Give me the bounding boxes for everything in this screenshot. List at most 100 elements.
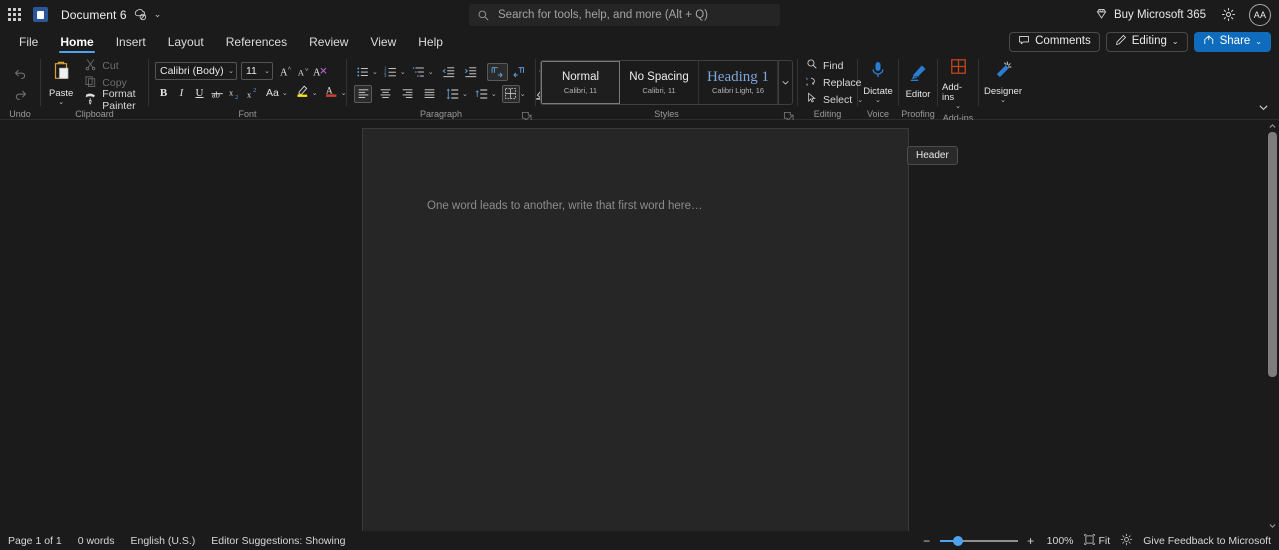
change-case-button[interactable]: Aa ⌄ (266, 87, 288, 99)
search-input[interactable]: Search for tools, help, and more (Alt + … (469, 4, 780, 26)
document-page[interactable]: One word leads to another, write that fi… (363, 129, 908, 531)
vertical-scrollbar[interactable] (1266, 120, 1279, 531)
style-no-spacing[interactable]: No Spacing Calibri, 11 (620, 61, 699, 104)
app-launcher-icon[interactable] (0, 8, 28, 21)
page-info[interactable]: Page 1 of 1 (8, 535, 62, 547)
italic-button[interactable]: I (173, 85, 190, 102)
find-button[interactable]: Find (803, 58, 866, 73)
text-highlight-color-button[interactable]: ⌄ (295, 83, 318, 103)
chevron-down-icon: ⌄ (228, 68, 234, 75)
editor-button[interactable]: Editor (902, 61, 935, 102)
feedback-link[interactable]: Give Feedback to Microsoft (1143, 535, 1271, 547)
word-count[interactable]: 0 words (78, 535, 115, 547)
styles-dialog-launcher-icon[interactable] (783, 109, 794, 122)
align-center-icon[interactable] (376, 85, 394, 103)
ribbon-collapse-chevron-down-icon[interactable] (1253, 99, 1273, 115)
fit-page-button[interactable]: Fit (1083, 533, 1110, 548)
borders-button[interactable]: ⌄ (501, 84, 526, 103)
subscript-icon[interactable]: x2 (227, 85, 244, 102)
search-icon (806, 58, 818, 73)
avatar[interactable]: AA (1249, 3, 1271, 26)
style-detail: Calibri, 11 (563, 86, 598, 95)
bold-button[interactable]: B (155, 85, 172, 102)
cut-button[interactable]: Cut (81, 58, 144, 73)
font-color-button[interactable]: A ⌄ (324, 83, 346, 103)
svg-text:a: a (806, 82, 808, 87)
header-tooltip: Header (907, 146, 958, 165)
language[interactable]: English (U.S.) (130, 535, 195, 547)
editing-mode-button[interactable]: Editing ⌄ (1105, 32, 1188, 52)
share-button[interactable]: Share ⌄ (1193, 32, 1271, 52)
focus-mode-icon[interactable] (1120, 533, 1133, 549)
shrink-font-icon[interactable]: A ˅ (295, 63, 312, 80)
zoom-slider[interactable] (939, 535, 1018, 547)
style-normal[interactable]: Normal Calibri, 11 (541, 61, 620, 104)
tab-file[interactable]: File (8, 33, 49, 55)
scrollbar-thumb[interactable] (1268, 132, 1277, 377)
tab-references[interactable]: References (215, 33, 298, 55)
font-size-input[interactable]: 11 ⌄ (241, 62, 273, 80)
format-painter-icon (84, 92, 97, 108)
select-button[interactable]: Select ⌄ (803, 92, 866, 107)
grow-font-icon[interactable]: A ^ (278, 63, 295, 80)
tab-home[interactable]: Home (49, 33, 104, 55)
search-icon (477, 9, 490, 22)
justify-icon[interactable] (420, 85, 438, 103)
zoom-out-icon[interactable]: − (921, 535, 933, 547)
paste-button[interactable]: Paste ⌄ (45, 58, 77, 108)
zoom-slider-thumb[interactable] (952, 535, 963, 546)
ribbon-group-voice: Dictate ⌄ Voice (858, 55, 898, 120)
gear-icon[interactable] (1214, 3, 1242, 27)
ribbon-group-clipboard: Paste ⌄ Cut Copy Format Painter Clipboar… (41, 55, 148, 120)
tab-help[interactable]: Help (407, 33, 454, 55)
bullets-button[interactable]: ⌄ (354, 63, 378, 81)
strikethrough-icon[interactable]: ab (209, 85, 226, 102)
pencil-icon (1115, 34, 1127, 50)
left-to-right-icon[interactable] (486, 62, 508, 81)
paragraph-spacing-button[interactable]: ⌄ (473, 85, 497, 103)
autosave-off-icon[interactable] (134, 8, 147, 21)
group-label-undo: Undo (9, 109, 31, 119)
style-heading-1[interactable]: Heading 1 Calibri Light, 16 (699, 61, 778, 104)
editor-suggestions-status[interactable]: Editor Suggestions: Showing (211, 535, 345, 547)
undo-icon[interactable] (9, 64, 31, 82)
numbering-button[interactable]: 1 2 3 ⌄ (382, 63, 406, 81)
tab-review[interactable]: Review (298, 33, 359, 55)
multilevel-list-icon (410, 63, 428, 81)
line-spacing-button[interactable]: ⌄ (444, 85, 468, 103)
buy-microsoft-365-button[interactable]: Buy Microsoft 365 (1087, 4, 1214, 26)
clear-formatting-icon[interactable]: A (312, 63, 329, 80)
designer-button[interactable]: Designer ⌄ (980, 58, 1026, 106)
redo-icon[interactable] (9, 85, 31, 103)
right-to-left-icon[interactable] (509, 63, 530, 81)
paragraph-dialog-launcher-icon[interactable] (521, 109, 532, 122)
align-right-icon[interactable] (398, 85, 416, 103)
dictate-button[interactable]: Dictate ⌄ (859, 58, 897, 106)
decrease-indent-icon[interactable] (439, 63, 460, 81)
tab-insert[interactable]: Insert (105, 33, 157, 55)
styles-more-chevron-down-icon[interactable] (778, 61, 792, 104)
replace-button[interactable]: b a Replace (803, 75, 866, 90)
line-spacing-icon (444, 85, 462, 103)
document-canvas[interactable]: One word leads to another, write that fi… (0, 120, 1279, 531)
multilevel-list-button[interactable]: ⌄ (410, 63, 434, 81)
superscript-icon[interactable]: x2 (245, 85, 262, 102)
document-title[interactable]: Document 6 (61, 8, 127, 22)
title-chevron-down-icon[interactable]: ⌄ (154, 9, 162, 20)
tab-view[interactable]: View (359, 33, 407, 55)
add-ins-button[interactable]: Add-ins ⌄ (938, 55, 978, 112)
scroll-up-icon[interactable] (1266, 120, 1279, 132)
scroll-down-icon[interactable] (1266, 519, 1279, 531)
align-left-icon[interactable] (354, 84, 372, 103)
word-application-window: Document 6 ⌄ Search for tools, help, and… (0, 0, 1279, 550)
tab-layout[interactable]: Layout (157, 33, 215, 55)
underline-button[interactable]: U (191, 85, 208, 102)
format-painter-button[interactable]: Format Painter (81, 88, 144, 112)
zoom-level[interactable]: 100% (1047, 535, 1074, 547)
font-name-input[interactable]: Calibri (Body) ⌄ (155, 62, 237, 80)
increase-indent-icon[interactable] (461, 63, 482, 81)
comments-button[interactable]: Comments (1009, 32, 1100, 52)
zoom-in-icon[interactable]: + (1025, 535, 1037, 547)
ribbon-group-paragraph: ⌄ 1 2 3 ⌄ ⌄ ⌄ ⌄ ⌄ Paragraph (347, 55, 556, 122)
chevron-down-icon: ⌄ (311, 90, 318, 97)
